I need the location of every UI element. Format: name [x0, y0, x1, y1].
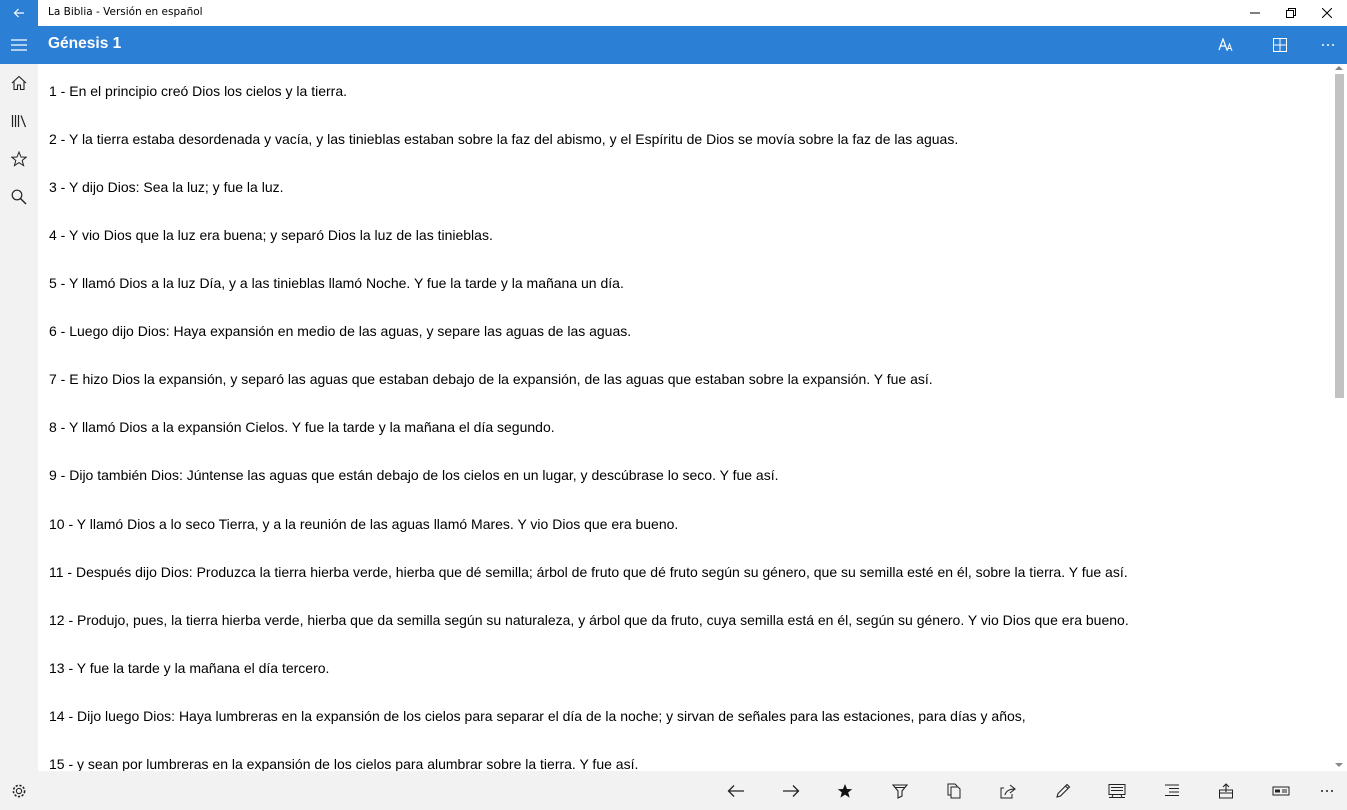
export-button[interactable] — [1206, 771, 1246, 810]
export-icon — [1219, 782, 1233, 798]
verse-14[interactable]: 14 - Dijo luego Dios: Haya lumbreras en … — [49, 708, 1026, 724]
back-arrow-icon — [13, 8, 24, 18]
more-icon — [1322, 44, 1334, 46]
side-nav — [0, 64, 38, 810]
command-bar — [38, 771, 1347, 810]
grid-view-button[interactable] — [1260, 26, 1300, 64]
grid-icon — [1273, 38, 1287, 52]
compare-button[interactable] — [1097, 771, 1137, 810]
next-arrow-icon — [783, 784, 800, 797]
reading-mode-button[interactable] — [1261, 771, 1301, 810]
header-more-button[interactable] — [1308, 26, 1347, 64]
verse-15[interactable]: 15 - y sean por lumbreras en la expansió… — [49, 756, 638, 771]
vertical-scrollbar[interactable] — [1332, 64, 1347, 771]
verse-3[interactable]: 3 - Y dijo Dios: Sea la luz; y fue la lu… — [49, 179, 284, 195]
nav-library[interactable] — [0, 102, 38, 140]
restore-icon — [1286, 8, 1296, 18]
scroll-thumb[interactable] — [1335, 74, 1344, 398]
font-size-icon — [1218, 38, 1233, 52]
settings-icon — [12, 784, 26, 797]
more-icon — [1321, 789, 1333, 792]
list-icon — [1165, 784, 1179, 796]
verse-7[interactable]: 7 - E hizo Dios la expansión, y separó l… — [49, 371, 933, 387]
list-button[interactable] — [1152, 771, 1192, 810]
edit-note-button[interactable] — [1043, 771, 1083, 810]
compare-icon — [1108, 783, 1126, 798]
app-title: La Biblia - Versión en español — [48, 6, 203, 18]
close-icon — [1322, 8, 1332, 18]
nav-search[interactable] — [0, 178, 38, 216]
library-icon — [11, 115, 27, 128]
hamburger-icon — [11, 39, 27, 51]
previous-arrow-icon — [727, 784, 744, 797]
nav-favorites[interactable] — [0, 140, 38, 178]
scroll-up-arrow[interactable] — [1335, 66, 1343, 70]
edit-note-icon — [1056, 783, 1071, 798]
nav-home[interactable] — [0, 64, 38, 102]
scroll-down-arrow[interactable] — [1335, 763, 1343, 767]
favorites-icon — [11, 151, 27, 167]
verse-4[interactable]: 4 - Y vio Dios que la luz era buena; y s… — [49, 227, 493, 243]
title-bar: La Biblia - Versión en español — [0, 0, 1347, 26]
command-more-button[interactable] — [1307, 771, 1347, 810]
verse-5[interactable]: 5 - Y llamó Dios a la luz Día, y a las t… — [49, 275, 624, 291]
bookmark-button[interactable] — [825, 771, 865, 810]
copy-button[interactable] — [934, 771, 974, 810]
verse-8[interactable]: 8 - Y llamó Dios a la expansión Cielos. … — [49, 419, 555, 435]
bookmark-star-icon — [837, 783, 853, 798]
verse-12[interactable]: 12 - Produjo, pues, la tierra hierba ver… — [49, 612, 1129, 628]
verse-9[interactable]: 9 - Dijo también Dios: Júntense las agua… — [49, 467, 779, 483]
share-button[interactable] — [988, 771, 1028, 810]
page-title: Génesis 1 — [48, 35, 122, 52]
app-header: Génesis 1 — [0, 26, 1347, 64]
font-size-button[interactable] — [1206, 26, 1246, 64]
share-icon — [1000, 784, 1016, 798]
back-button[interactable] — [0, 0, 38, 26]
copy-icon — [947, 783, 961, 798]
verse-13[interactable]: 13 - Y fue la tarde y la mañana el día t… — [49, 660, 329, 676]
verse-10[interactable]: 10 - Y llamó Dios a lo seco Tierra, y a … — [49, 516, 678, 532]
verse-6[interactable]: 6 - Luego dijo Dios: Haya expansión en m… — [49, 323, 631, 339]
reading-mode-icon — [1272, 786, 1290, 795]
previous-chapter-button[interactable] — [716, 771, 756, 810]
home-icon — [11, 75, 27, 91]
verse-1[interactable]: 1 - En el principio creó Dios los cielos… — [49, 83, 347, 99]
search-icon — [11, 189, 27, 205]
minimize-icon — [1250, 12, 1260, 14]
verse-11[interactable]: 11 - Después dijo Dios: Produzca la tier… — [49, 564, 1128, 580]
highlight-icon — [892, 783, 908, 799]
highlight-button[interactable] — [880, 771, 920, 810]
next-chapter-button[interactable] — [771, 771, 811, 810]
close-button[interactable] — [1304, 0, 1347, 26]
menu-button[interactable] — [0, 26, 38, 64]
chapter-content: 1 - En el principio creó Dios los cielos… — [38, 64, 1332, 771]
settings-button[interactable] — [0, 771, 38, 810]
verse-2[interactable]: 2 - Y la tierra estaba desordenada y vac… — [49, 131, 958, 147]
